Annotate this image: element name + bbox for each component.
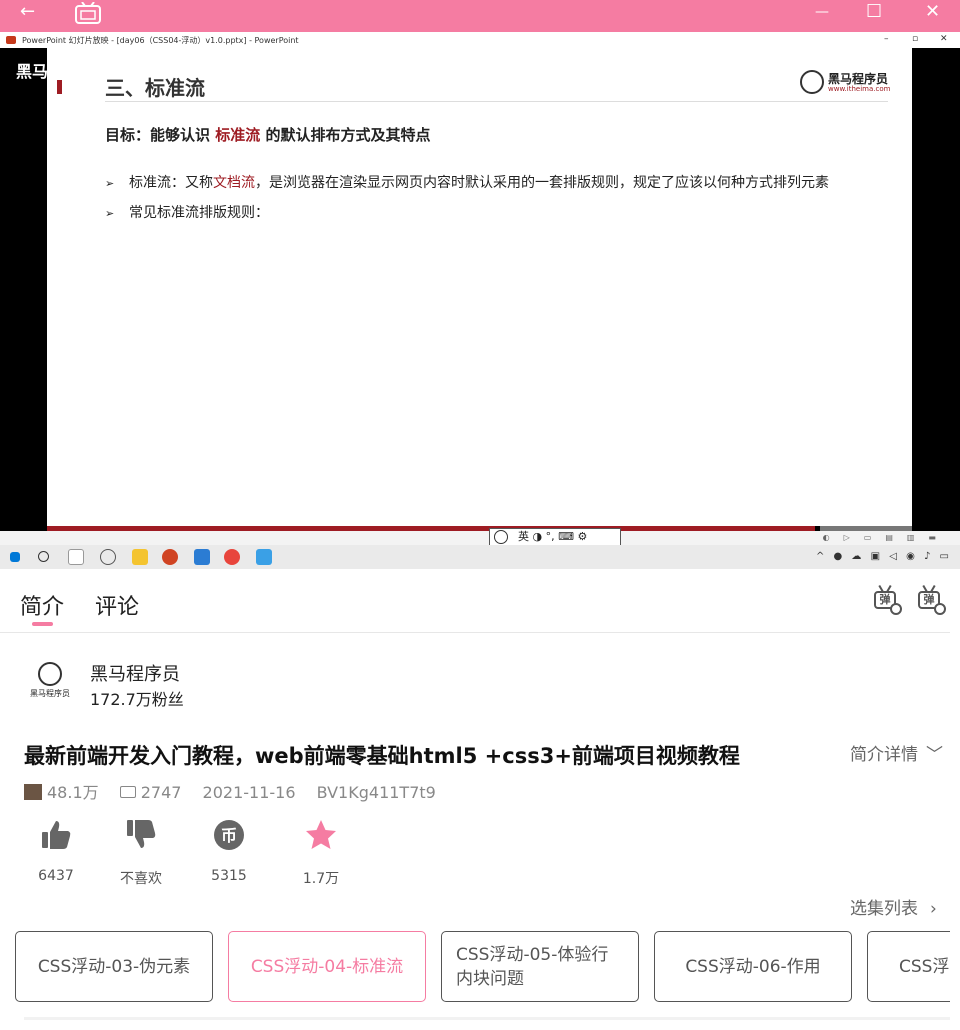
publish-date: 2021-11-16	[202, 783, 296, 802]
chevron-right-icon: ›	[930, 899, 937, 919]
section-divider	[24, 1017, 950, 1020]
tab-comments[interactable]: 评论	[95, 589, 139, 621]
thumbs-down-icon	[127, 820, 156, 848]
danmaku-stat: 2747	[119, 783, 182, 802]
powerpoint-taskbar-icon	[162, 549, 178, 565]
ime-logo-icon	[494, 530, 508, 544]
dislike-label: 不喜欢	[120, 871, 162, 887]
views-stat: 48.1万	[24, 779, 99, 803]
record-icon	[100, 549, 116, 565]
avatar-logo-icon	[38, 662, 62, 686]
danmaku-count-icon	[119, 786, 136, 798]
episode-item[interactable]: CSS浮动-03-伪元素	[15, 931, 213, 1002]
favorite-count: 1.7万	[302, 871, 340, 887]
ppt-view-icons: ◐▷▭▤▥▬	[822, 533, 950, 542]
danmaku-settings-icon[interactable]: 弹	[916, 584, 946, 615]
bullet-arrow-icon: ➢	[105, 177, 115, 190]
chevron-down-icon: ﹀	[926, 745, 943, 765]
episode-item-active[interactable]: CSS浮动-04-标准流	[228, 931, 426, 1002]
ppt-close-icon: ✕	[940, 34, 948, 44]
ime-language: 英	[518, 530, 529, 543]
folder-icon	[132, 549, 148, 565]
logo-url: www.itheima.com	[828, 85, 891, 93]
like-button[interactable]: 6437	[21, 818, 91, 884]
active-tab-indicator	[32, 622, 53, 626]
intro-detail-label: 简介详情	[850, 745, 918, 765]
uploader-fans: 172.7万粉丝	[90, 690, 184, 709]
favorite-button[interactable]: 1.7万	[286, 818, 356, 888]
app-icon	[256, 549, 272, 565]
danmaku-count: 2747	[140, 783, 182, 802]
uploader-name[interactable]: 黑马程序员	[90, 660, 180, 686]
close-button[interactable]: ✕	[925, 0, 940, 24]
video-title: 最新前端开发入门教程，web前端零基础html5 +css3+前端项目视频教程	[24, 744, 740, 768]
slide-divider	[105, 101, 888, 102]
coin-count: 5315	[211, 868, 247, 884]
windows-start-icon	[10, 552, 20, 562]
scrollbar[interactable]	[950, 569, 960, 1030]
content-tabs: 简介 评论 弹 弹	[0, 569, 950, 633]
svg-text:币: 币	[221, 826, 237, 845]
file-icon	[68, 549, 84, 565]
like-count: 6437	[38, 868, 74, 884]
bvid: BV1Kg411T7t9	[316, 783, 436, 802]
video-overlay-text: 黑马	[16, 62, 49, 81]
episode-list: CSS浮动-03-伪元素 CSS浮动-04-标准流 CSS浮动-05-体验行内块…	[0, 925, 950, 1010]
presentation-slide: 三、标准流 黑马程序员 www.itheima.com 目标：能够认识 标准流 …	[47, 48, 912, 526]
itheima-logo: 黑马程序员 www.itheima.com	[800, 68, 890, 96]
views-count: 48.1万	[47, 783, 99, 802]
maximize-button[interactable]: ☐	[866, 0, 882, 24]
bullet1-highlight: 文档流	[213, 175, 255, 191]
avatar-text: 黑马程序员	[30, 689, 70, 698]
window-title-bar: ← — ☐ ✕	[0, 0, 960, 32]
episode-item[interactable]: CSS浮动-06-作用	[654, 931, 852, 1002]
ppt-minimize-icon: –	[884, 34, 889, 44]
bullet2-text: 常见标准流排版规则：	[129, 205, 269, 221]
ppt-title-bar: PowerPoint 幻灯片放映 - [day06（CSS04-浮动）v1.0.…	[0, 32, 960, 48]
logo-mark-icon	[800, 70, 824, 94]
episode-list-link[interactable]: 选集列表 ›	[850, 894, 937, 919]
powerpoint-icon	[6, 36, 16, 44]
goal-suffix: 的默认排布方式及其特点	[260, 126, 431, 144]
search-icon	[38, 551, 49, 562]
episode-list-label: 选集列表	[850, 899, 918, 919]
bullet1-suffix: ，是浏览器在渲染显示网页内容时默认采用的一套排版规则，规定了应该以何种方式排列元…	[255, 175, 829, 191]
episode-item[interactable]: CSS浮动-07	[867, 931, 950, 1002]
star-icon	[306, 820, 336, 849]
coin-icon: 币	[214, 820, 244, 850]
video-thumbnail-icon	[24, 784, 42, 800]
uploader-avatar[interactable]: 黑马程序员	[26, 662, 74, 702]
tv-icon	[75, 2, 101, 24]
thumbs-up-icon	[42, 821, 71, 849]
slide-bullet-1: ➢ 标准流：又称文档流，是浏览器在渲染显示网页内容时默认采用的一套排版规则，规定了…	[105, 172, 829, 192]
ime-toolbar: 英 ◑ °, ⌨ ⚙	[489, 528, 621, 546]
system-tray: ^ ● ☁ ▣ ◁ ◉ ♪ ▭	[815, 551, 952, 562]
ppt-restore-icon: ▫	[912, 34, 919, 44]
vscode-icon	[194, 549, 210, 565]
tab-intro[interactable]: 简介	[20, 589, 64, 621]
goal-prefix: 目标：能够认识	[105, 126, 216, 144]
minimize-button[interactable]: —	[815, 0, 829, 24]
chrome-icon	[224, 549, 240, 565]
bullet-arrow-icon: ➢	[105, 207, 115, 220]
coin-button[interactable]: 币 5315	[194, 818, 264, 884]
dislike-button[interactable]: 不喜欢	[106, 818, 176, 888]
slide-accent-bar	[57, 80, 62, 94]
slide-heading: 三、标准流	[105, 76, 205, 100]
slide-bullet-2: ➢ 常见标准流排版规则：	[105, 202, 269, 222]
bullet1-prefix: 标准流：又称	[129, 175, 213, 191]
slide-goal: 目标：能够认识 标准流 的默认排布方式及其特点	[105, 124, 430, 145]
ppt-status-bar	[0, 531, 960, 545]
video-stats: 48.1万 2747 2021-11-16 BV1Kg411T7t9	[24, 779, 436, 803]
intro-detail-link[interactable]: 简介详情 ﹀	[850, 740, 943, 765]
danmaku-toggle-icon[interactable]: 弹	[872, 584, 902, 615]
episode-item[interactable]: CSS浮动-05-体验行内块问题	[441, 931, 639, 1002]
back-button[interactable]: ←	[20, 0, 35, 24]
ppt-window-title: PowerPoint 幻灯片放映 - [day06（CSS04-浮动）v1.0.…	[22, 36, 299, 45]
goal-highlight: 标准流	[215, 126, 261, 144]
